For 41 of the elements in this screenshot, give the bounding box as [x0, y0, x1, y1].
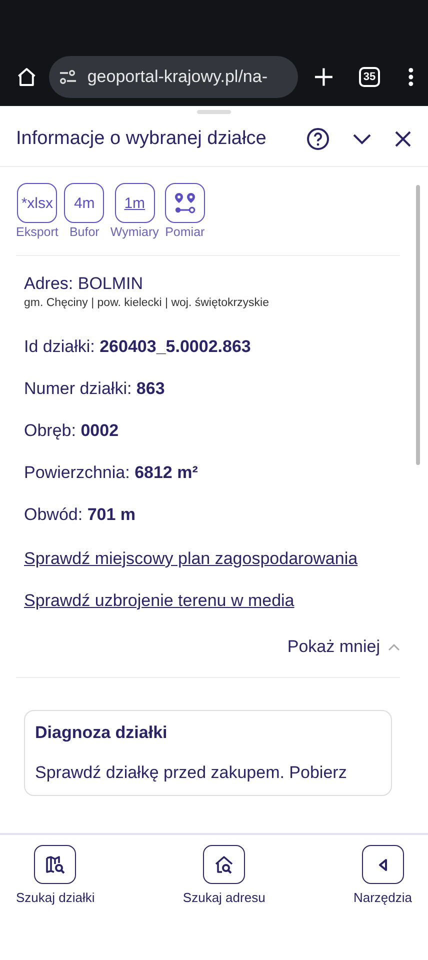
plus-icon[interactable]	[314, 67, 334, 87]
pins-icon	[172, 191, 197, 215]
map-search-icon	[45, 854, 66, 874]
url-text: geoportal-krajowy.pl/na-	[87, 67, 268, 87]
export-button[interactable]: *xlsx	[17, 183, 58, 223]
chevron-up-icon	[388, 643, 400, 651]
panel-title: Informacje o wybranej działce	[16, 128, 268, 150]
address-subtitle: gm. Chęciny | pow. kielecki | woj. świętokrzyskie	[24, 297, 270, 309]
address-title: Adres: BOLMIN	[24, 274, 144, 294]
measure-button[interactable]	[164, 183, 205, 223]
tune-icon[interactable]	[59, 70, 78, 84]
card-title: Diagnoza działki	[35, 723, 168, 743]
parcel-field: Obwód: 701 m	[24, 505, 392, 529]
show-less-button[interactable]: Pokaż mniej	[287, 637, 400, 657]
parcel-field: Id działki: 260403_5.0002.863	[24, 337, 392, 361]
more-icon[interactable]	[408, 67, 414, 87]
drag-handle[interactable]	[197, 110, 231, 114]
tool-label: Bufor	[69, 225, 100, 239]
triangle-left-icon	[378, 858, 388, 870]
close-icon[interactable]	[394, 130, 412, 148]
tool-label: Eksport	[16, 225, 58, 239]
home-icon[interactable]	[16, 66, 38, 88]
address-bar[interactable]: geoportal-krajowy.pl/na-	[49, 56, 298, 98]
nav-button[interactable]: Szukaj działki	[16, 845, 95, 905]
scrollbar[interactable]	[416, 185, 420, 465]
tool-label: Pomiar	[165, 225, 205, 239]
buffer-button[interactable]: 4m	[64, 183, 104, 223]
link[interactable]: Sprawdź miejscowy plan zagospodarowania	[24, 547, 392, 571]
tool-label: Wymiary	[110, 225, 159, 239]
parcel-field: Obręb: 0002	[24, 421, 392, 445]
nav-button[interactable]: Szukaj adresu	[182, 845, 266, 905]
dimensions-button[interactable]: 1m	[114, 183, 155, 223]
parcel-field: Powierzchnia: 6812 m²	[24, 463, 392, 487]
help-icon[interactable]	[306, 127, 330, 151]
parcel-field: Numer działki: 863	[24, 379, 392, 403]
card-text: Sprawdź działkę przed zakupem. Pobierz	[35, 763, 348, 783]
house-search-icon	[214, 854, 234, 874]
nav-button[interactable]: Narzędzia	[353, 845, 412, 905]
tab-count[interactable]: 35	[358, 67, 380, 87]
link[interactable]: Sprawdź uzbrojenie terenu w media	[24, 589, 392, 613]
chevron-down-icon[interactable]	[352, 133, 372, 145]
